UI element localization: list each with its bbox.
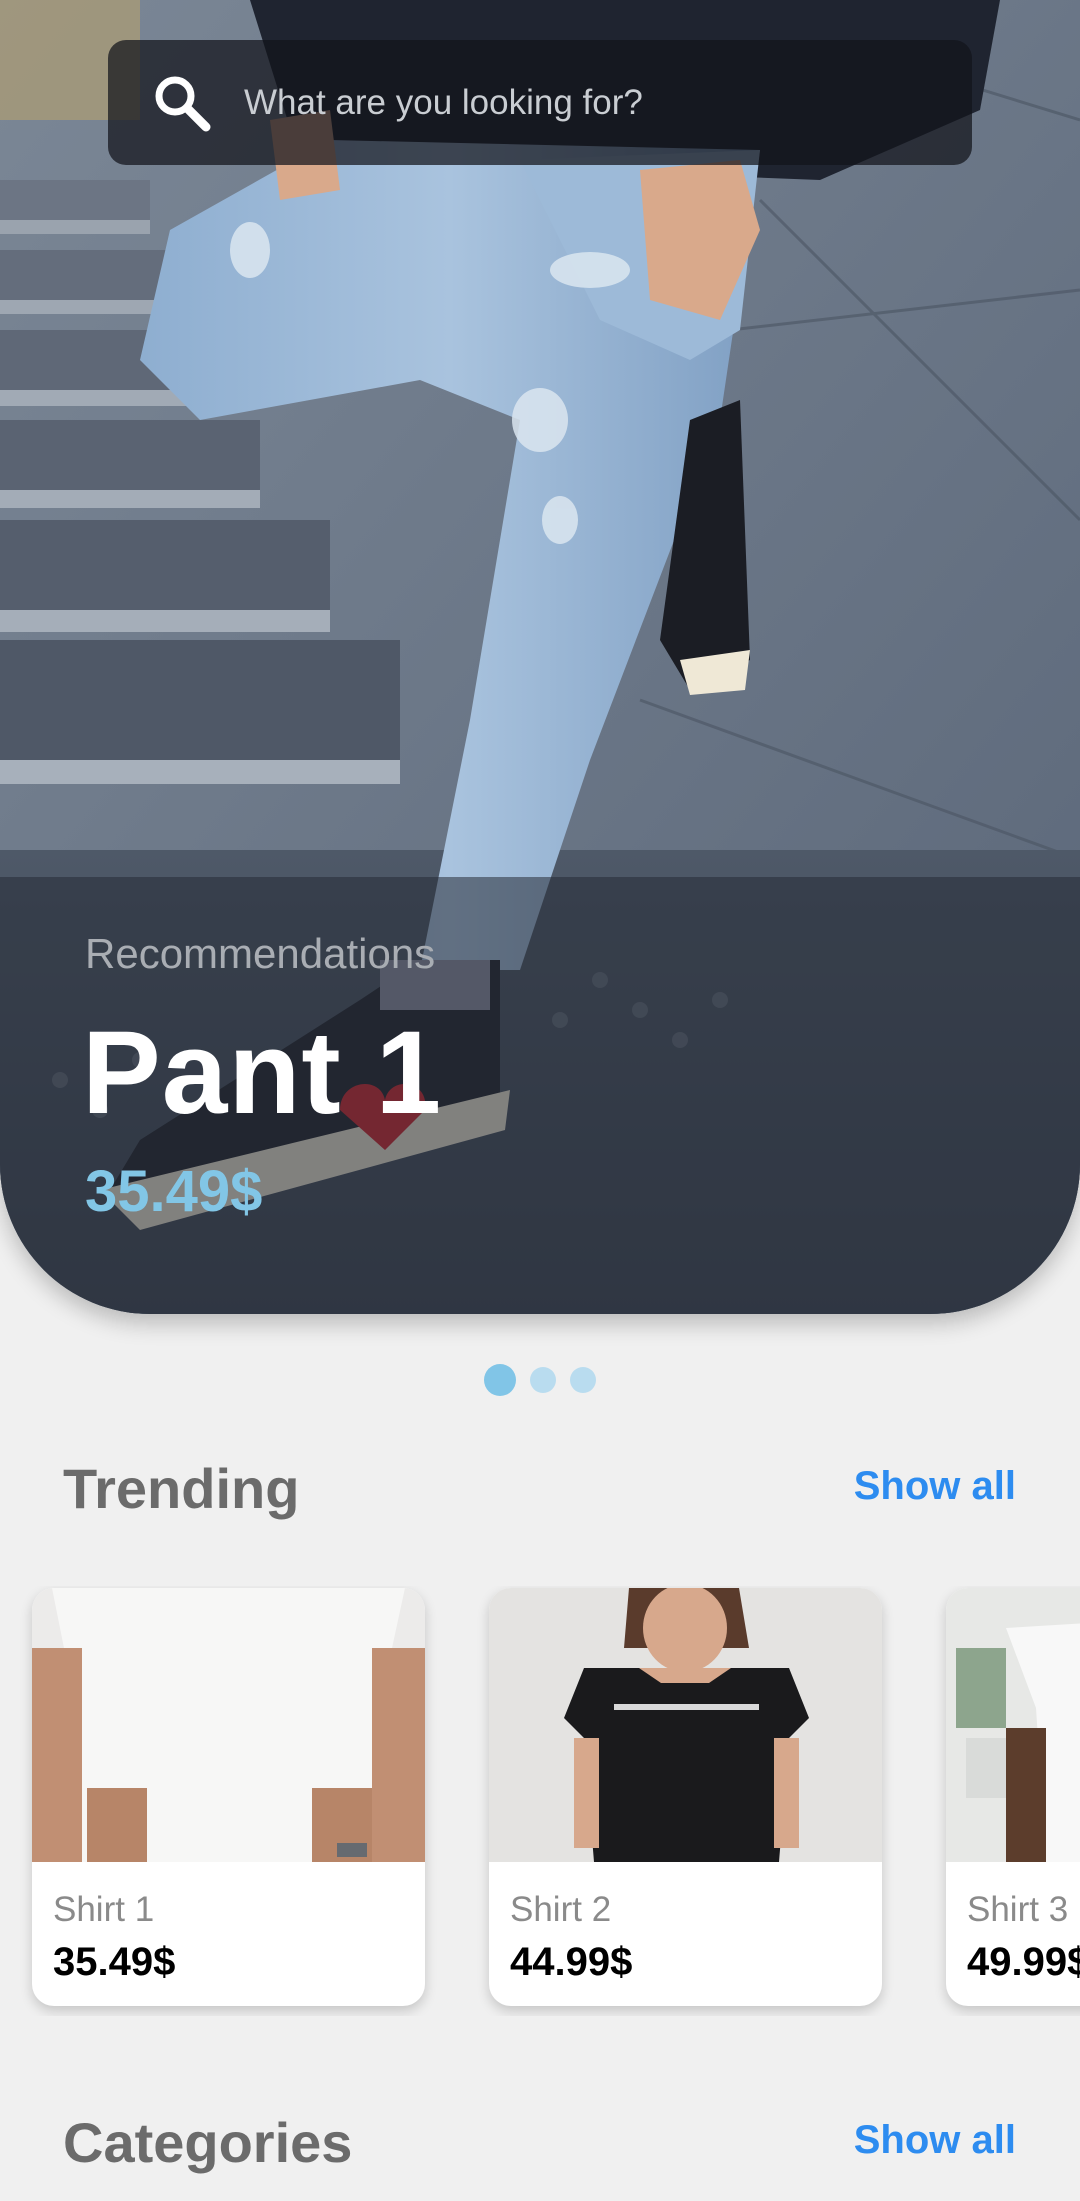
product-card[interactable]: Shirt 1 35.49$ xyxy=(32,1588,425,2006)
product-card[interactable]: Shirt 2 44.99$ xyxy=(489,1588,882,2006)
pager-dot[interactable] xyxy=(570,1367,596,1393)
search-bar[interactable] xyxy=(108,40,972,165)
product-price: 35.49$ xyxy=(53,1940,176,1984)
product-price: 44.99$ xyxy=(510,1940,633,1984)
product-price: 49.99$ xyxy=(967,1940,1080,1984)
trending-carousel[interactable]: Shirt 1 35.49$ Shirt 2 44.99$ Shirt 3 49… xyxy=(0,1586,1080,2016)
hero-product-price: 35.49$ xyxy=(85,1159,263,1224)
pager-dot-active[interactable] xyxy=(484,1364,516,1396)
product-image xyxy=(946,1588,1080,1862)
carousel-pager xyxy=(0,1364,1080,1396)
categories-show-all-link[interactable]: Show all xyxy=(854,2118,1016,2163)
product-image xyxy=(489,1588,882,1862)
trending-show-all-link[interactable]: Show all xyxy=(854,1464,1016,1509)
hero-subtitle: Recommendations xyxy=(85,930,436,977)
categories-title: Categories xyxy=(63,2111,353,2174)
pager-dot[interactable] xyxy=(530,1367,556,1393)
product-card[interactable]: Shirt 3 49.99$ xyxy=(946,1588,1080,2006)
product-name: Shirt 2 xyxy=(510,1890,612,1929)
trending-title: Trending xyxy=(63,1457,300,1520)
product-image xyxy=(32,1588,425,1862)
search-icon[interactable] xyxy=(150,71,214,135)
product-name: Shirt 1 xyxy=(53,1890,155,1929)
hero-banner[interactable]: Recommendations Pant 1 35.49$ xyxy=(0,0,1080,1314)
search-input[interactable] xyxy=(242,81,922,124)
product-name: Shirt 3 xyxy=(967,1890,1069,1929)
hero-product-title[interactable]: Pant 1 xyxy=(82,1005,442,1141)
